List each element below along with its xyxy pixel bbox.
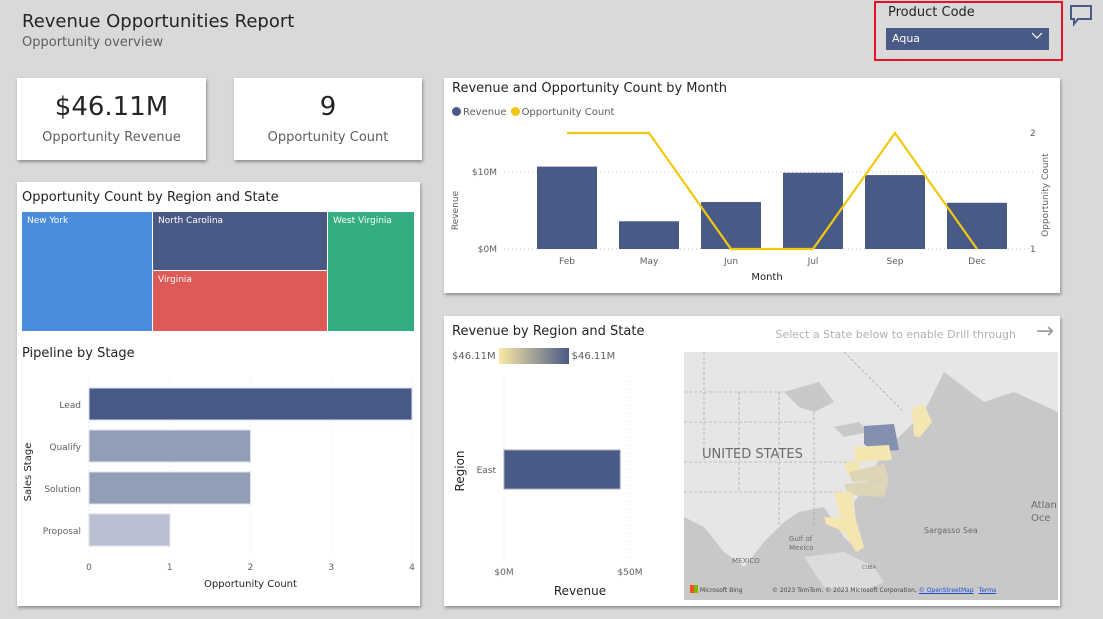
y-tick-label: $0M — [478, 245, 497, 255]
y2-tick-label: 2 — [1030, 129, 1036, 139]
bing-logo-icon — [690, 585, 698, 593]
bar-proposal[interactable] — [88, 513, 171, 547]
map-label-mexico: MEXICO — [732, 557, 760, 565]
x-tick-label: 1 — [167, 563, 173, 573]
x-axis-title: Revenue — [554, 584, 606, 598]
filled-map[interactable]: UNITED STATES Gulf of Mexico MEXICO Sarg… — [684, 352, 1058, 600]
state-maine — [912, 404, 932, 437]
y-axis-title: Region — [453, 450, 467, 491]
x-tick-label: Feb — [559, 257, 575, 267]
y-axis-title: Sales Stage — [23, 443, 34, 502]
product-code-dropdown[interactable]: Aqua — [886, 28, 1049, 50]
x-tick-label: $50M — [618, 568, 643, 578]
terms-link[interactable]: Terms — [979, 587, 997, 594]
arrow-right-icon[interactable]: → — [1036, 319, 1054, 344]
x-axis-title: Month — [751, 272, 782, 283]
bar-jun[interactable] — [701, 202, 761, 249]
y-axis-title: Revenue — [451, 190, 461, 230]
visual-title: Opportunity Count by Region and State — [22, 190, 279, 205]
chevron-down-icon — [1031, 29, 1043, 45]
treemap-cell-new-york[interactable]: New York — [21, 211, 153, 332]
map-copyright: © 2023 TomTom, © 2023 Microsoft Corporat… — [772, 587, 997, 594]
y-tick-label: Qualify — [49, 443, 81, 453]
bar-may[interactable] — [619, 221, 679, 249]
region-bar-chart: $0M $50M East Revenue Region — [453, 376, 643, 598]
bar-dec[interactable] — [947, 202, 1007, 249]
bing-logo: Microsoft Bing — [690, 585, 743, 594]
map-label-gulf: Gulf of Mexico — [789, 535, 814, 552]
slicer-label: Product Code — [888, 5, 975, 20]
bar-lead[interactable] — [88, 387, 413, 421]
drill-through-hint: Select a State below to enable Drill thr… — [775, 328, 1016, 341]
osm-link[interactable]: © OpenStreetMap — [919, 587, 974, 594]
treemap-cell-virginia[interactable]: Virginia — [152, 270, 328, 332]
x-tick-label: 3 — [328, 563, 334, 573]
visual-title: Pipeline by Stage — [22, 346, 135, 361]
state-pennsylvania — [854, 445, 892, 462]
bar-jul[interactable] — [783, 172, 843, 249]
x-tick-label: May — [640, 257, 659, 267]
map-label-atlantic: Atlan Oce — [1031, 500, 1057, 524]
treemap-cell-north-carolina[interactable]: North Carolina — [152, 211, 328, 271]
x-tick-label: Jul — [807, 257, 819, 267]
x-tick-label: Jun — [723, 257, 738, 267]
bar-solution[interactable] — [88, 471, 251, 505]
monthly-combo-chart: $0M $10M 1 2 Feb May Jun Jul Sep Dec Month Revenue O… — [451, 129, 1051, 283]
kpi-value: $46.11M — [54, 92, 169, 122]
kpi-label: Opportunity Count — [267, 130, 389, 145]
page-subtitle: Opportunity overview — [22, 35, 164, 50]
treemap-cell-west-virginia[interactable]: West Virginia — [327, 211, 415, 332]
x-tick-label: 2 — [248, 563, 254, 573]
monthly-chart-visual: Revenue and Opportunity Count by Month R… — [444, 78, 1060, 293]
bar-qualify[interactable] — [88, 429, 251, 463]
treemap-visual: Opportunity Count by Region and State Ne… — [17, 182, 420, 606]
x-tick-label: Sep — [887, 257, 904, 267]
x-axis-title: Opportunity Count — [204, 579, 297, 590]
pipeline-chart: 0 1 2 3 4 Lead Qualify Solution Proposal Opportun… — [23, 378, 415, 590]
page-title: Revenue Opportunities Report — [22, 11, 295, 32]
map-label-sea: Sargasso Sea — [924, 526, 978, 535]
region-map-visual: Revenue by Region and State $46.11M $46.… — [444, 316, 1060, 606]
kpi-card-revenue: $46.11M Opportunity Revenue — [17, 78, 206, 160]
y-tick-label: East — [477, 466, 497, 476]
product-code-slicer: Product Code Aqua — [874, 1, 1063, 61]
y-tick-label: Solution — [44, 485, 81, 495]
map-label-cuba: CUBA — [862, 565, 877, 571]
x-tick-label: Dec — [968, 257, 985, 267]
y2-axis-title: Opportunity Count — [1041, 153, 1051, 237]
y-tick-label: Proposal — [43, 527, 81, 537]
dropdown-selected-value: Aqua — [892, 32, 921, 45]
x-tick-label: 4 — [409, 563, 415, 573]
bar-east[interactable] — [503, 449, 621, 490]
kpi-card-count: 9 Opportunity Count — [234, 78, 422, 160]
map-label-country: UNITED STATES — [702, 447, 803, 462]
y-tick-label: $10M — [472, 168, 497, 178]
kpi-label: Opportunity Revenue — [42, 130, 181, 145]
kpi-value: 9 — [319, 92, 337, 122]
x-tick-label: 0 — [86, 563, 92, 573]
comment-icon[interactable] — [1069, 3, 1093, 27]
bar-feb[interactable] — [537, 166, 597, 249]
x-tick-label: $0M — [494, 568, 513, 578]
bar-sep[interactable] — [865, 175, 925, 249]
y2-tick-label: 1 — [1030, 245, 1036, 255]
y-tick-label: Lead — [59, 401, 81, 411]
